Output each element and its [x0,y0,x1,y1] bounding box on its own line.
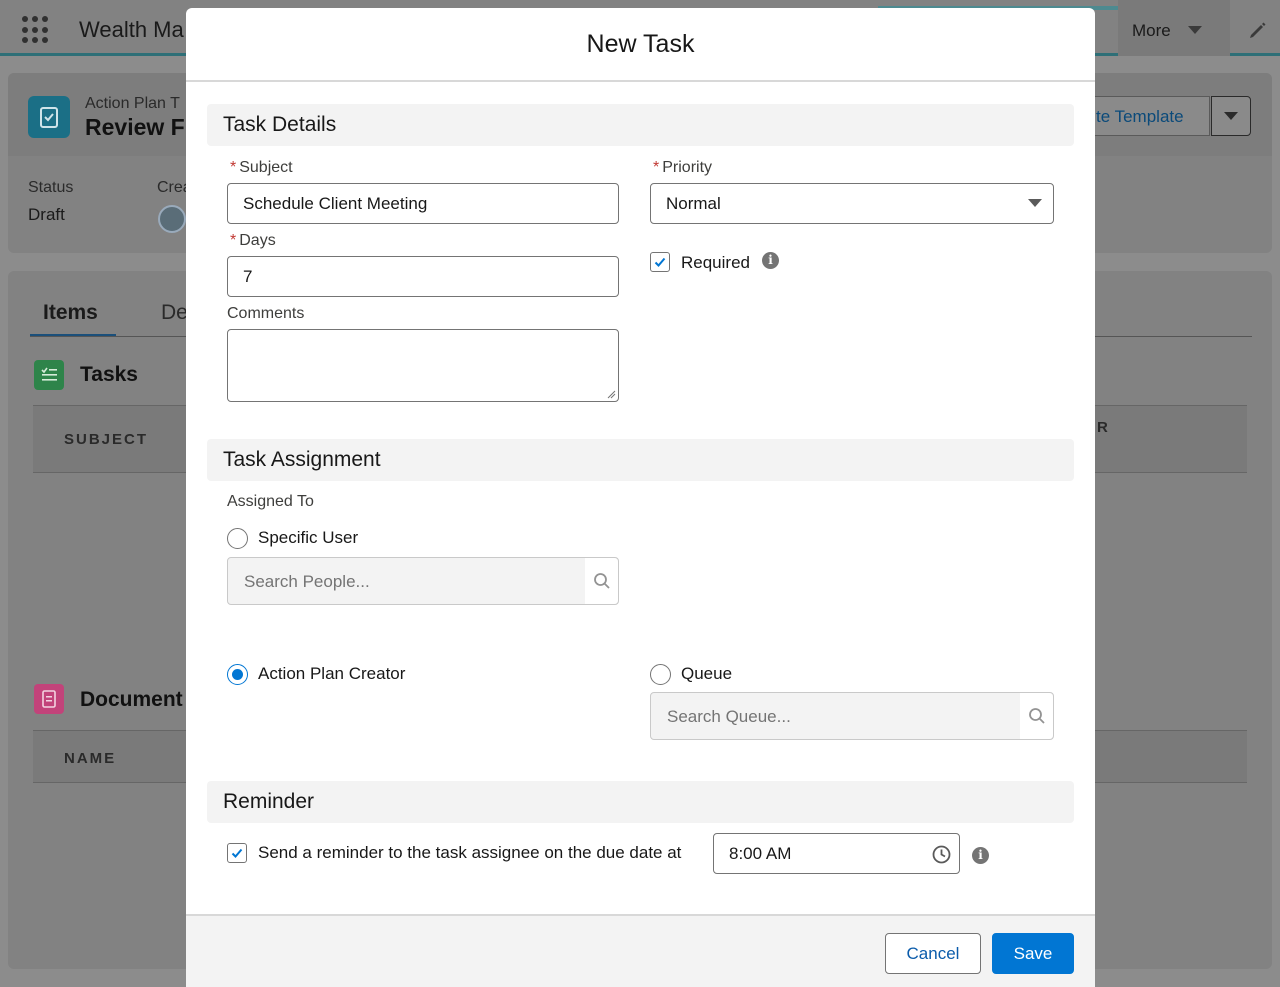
required-marker: * [653,159,660,176]
comments-label: Comments [227,305,305,322]
reminder-section[interactable]: Reminder [207,781,1074,823]
task-assignment-heading: Task Assignment [223,448,381,471]
action-plan-creator-label: Action Plan Creator [258,664,406,683]
app-launcher-icon[interactable] [22,16,50,44]
modal-header: New Task [186,8,1095,82]
required-marker: * [230,232,237,249]
action-plan-creator-radio[interactable] [227,664,248,685]
required-marker: * [230,159,237,176]
document-section-icon [34,684,64,714]
days-label: * Days [230,232,276,249]
tasks-section-icon [34,360,64,390]
record-type-label: Action Plan T [85,95,180,112]
priority-label: * Priority [653,159,713,176]
queue-radio[interactable] [650,664,671,685]
task-assignment-section[interactable]: Task Assignment [207,439,1074,481]
document-column-name[interactable]: NAME [64,750,116,767]
tasks-column-right[interactable]: R [1097,419,1110,436]
priority-select[interactable]: Normal [650,183,1054,224]
tasks-section-title: Tasks [80,363,138,386]
tab-items[interactable]: Items [43,301,98,325]
reminder-label: Send a reminder to the task assignee on … [258,843,682,862]
tasks-column-subject[interactable]: SUBJECT [64,431,148,448]
info-icon[interactable]: i [762,252,779,269]
required-checkbox[interactable] [650,252,670,272]
subject-input[interactable]: Schedule Client Meeting [227,183,619,224]
reminder-checkbox[interactable] [227,843,247,863]
info-icon[interactable]: i [972,847,989,864]
specific-user-label: Specific User [258,528,359,547]
status-field-value: Draft [28,205,65,224]
chevron-down-icon [1188,26,1202,34]
nav-more-label: More [1132,21,1171,40]
save-button[interactable]: Save [992,933,1074,974]
assigned-to-label: Assigned To [227,493,314,510]
queue-search-input[interactable]: Search Queue... [650,692,1054,740]
modal-title: New Task [586,30,695,58]
specific-user-radio[interactable] [227,528,248,549]
resize-handle-icon[interactable] [607,390,616,399]
reminder-time-input[interactable]: 8:00 AM [713,833,960,874]
clock-icon[interactable] [932,845,951,864]
people-search-placeholder: Search People... [244,572,370,591]
required-label: Required [681,253,750,272]
chevron-down-icon [1224,112,1238,120]
comments-textarea[interactable] [227,329,619,402]
chevron-down-icon [1028,199,1042,207]
record-name: Review Fi [85,114,192,140]
modal-footer: Cancel Save [186,914,1095,987]
app-name: Wealth Ma [79,17,184,42]
task-details-heading: Task Details [223,113,337,136]
checkmark-icon [231,848,243,858]
avatar[interactable] [158,205,186,233]
queue-label: Queue [681,664,733,683]
reminder-heading: Reminder [223,790,315,813]
tab-details[interactable]: De [161,301,188,325]
cancel-button[interactable]: Cancel [885,933,981,974]
task-details-section[interactable]: Task Details [207,104,1074,146]
action-plan-icon [28,96,70,138]
pencil-icon[interactable] [1248,20,1268,40]
days-input[interactable]: 7 [227,256,619,297]
queue-search-placeholder: Search Queue... [667,707,791,726]
subject-label: * Subject [230,159,293,176]
people-search-input[interactable]: Search People... [227,557,619,605]
status-field-label: Status [28,179,74,196]
search-icon [1020,693,1053,739]
create-template-button-label: te Template [1096,107,1184,126]
new-task-modal: New Task Task Details * Subject Schedule … [186,8,1095,987]
document-section-title: Document [80,688,183,711]
checkmark-icon [654,257,666,267]
search-icon [585,558,618,604]
